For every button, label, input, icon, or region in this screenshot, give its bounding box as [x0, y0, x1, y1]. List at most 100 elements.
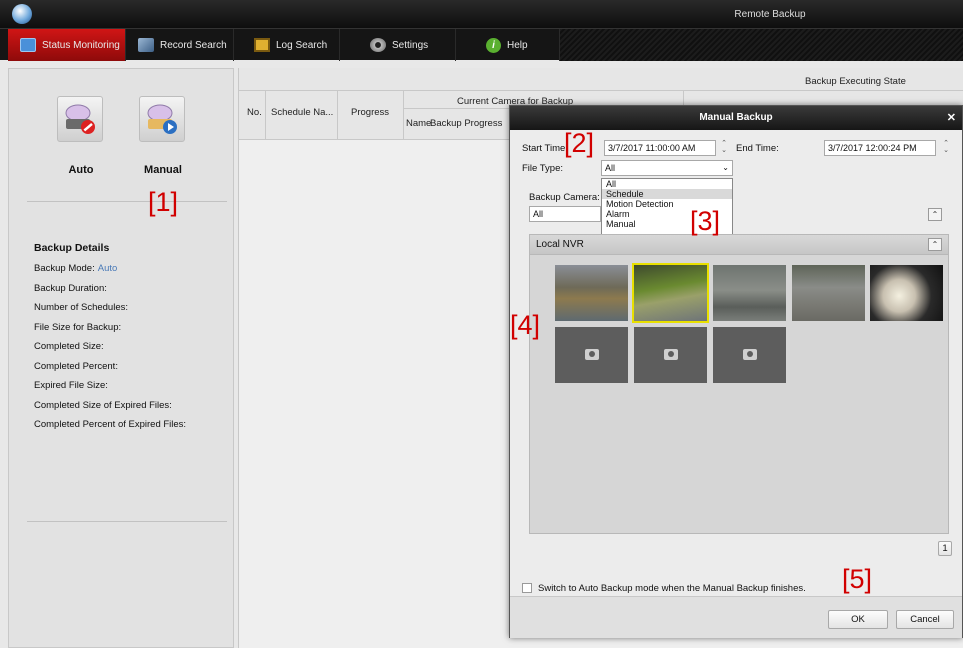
detail-row: Completed Percent:	[34, 361, 186, 381]
option-all[interactable]: All	[602, 179, 732, 189]
detail-label: Completed Percent:	[34, 360, 118, 372]
window-title: Remote Backup	[734, 9, 806, 20]
end-time-label: End Time:	[736, 143, 779, 154]
detail-row: Completed Percent of Expired Files:	[34, 419, 186, 439]
camera-thumbnail[interactable]	[713, 265, 786, 321]
details-header: Backup Details	[34, 242, 110, 254]
record-search-icon	[138, 38, 154, 52]
dialog-footer	[510, 596, 962, 638]
ok-button[interactable]: OK	[828, 610, 888, 629]
file-type-value: All	[605, 163, 616, 173]
auto-switch-checkbox[interactable]	[522, 583, 532, 593]
divider	[27, 521, 227, 522]
detail-label: Expired File Size:	[34, 380, 108, 391]
tab-status-monitoring[interactable]: Status Monitoring	[8, 29, 126, 61]
cancel-button[interactable]: Cancel	[896, 610, 954, 629]
detail-row: Expired File Size:	[34, 380, 186, 400]
camera-icon	[664, 349, 678, 360]
sub-col-backup-progress[interactable]: Backup Progress	[430, 118, 502, 129]
divider	[27, 201, 227, 202]
manual-label: Manual	[144, 164, 182, 176]
chevron-down-icon: ⌄	[722, 163, 729, 172]
detail-row: Completed Size:	[34, 341, 186, 361]
marker-5: [5]	[842, 564, 873, 594]
backup-camera-label: Backup Camera:	[529, 192, 600, 203]
detail-row: Backup Duration:	[34, 283, 186, 303]
manual-backup-icon	[147, 104, 177, 134]
end-time-spinner[interactable]: ⌃ ⌄	[940, 140, 952, 156]
collapse-group-icon[interactable]: ⌃	[928, 238, 942, 251]
close-icon[interactable]: ✕	[947, 111, 956, 124]
divider	[337, 90, 338, 140]
help-icon: i	[486, 37, 501, 53]
col-no[interactable]: No.	[247, 107, 262, 118]
camera-empty-slot[interactable]	[555, 327, 628, 383]
camera-icon	[743, 349, 757, 360]
monitor-icon	[20, 38, 36, 52]
camera-empty-slot[interactable]	[634, 327, 707, 383]
log-icon	[254, 38, 270, 52]
nav-bar: Status Monitoring Record Search Log Sear…	[0, 28, 963, 61]
tab-help[interactable]: i Help	[474, 29, 560, 61]
detail-label: Backup Mode:	[34, 263, 95, 274]
camera-thumbnail[interactable]	[870, 265, 943, 321]
file-type-select[interactable]: All ⌄	[601, 160, 733, 176]
gear-icon	[370, 38, 386, 52]
detail-row: Backup Mode: Auto	[34, 263, 186, 283]
camera-thumbnail[interactable]	[632, 263, 709, 323]
col-progress[interactable]: Progress	[351, 107, 389, 118]
group-header: Backup Executing State	[805, 76, 906, 87]
start-time-spinner[interactable]: ⌃ ⌄	[718, 140, 730, 156]
tab-record-search[interactable]: Record Search	[126, 29, 234, 61]
collapse-all-icon[interactable]: ⌃	[928, 208, 942, 221]
nav-bar-texture	[560, 29, 963, 61]
divider	[239, 90, 963, 91]
camera-icon	[585, 349, 599, 360]
auto-label: Auto	[68, 164, 94, 176]
tab-label: Status Monitoring	[42, 39, 120, 51]
camera-thumbnail[interactable]	[555, 265, 628, 321]
auto-switch-label: Switch to Auto Backup mode when the Manu…	[538, 583, 806, 594]
dialog-title: Manual Backup	[510, 106, 962, 130]
tab-label: Record Search	[160, 39, 227, 51]
detail-row: File Size for Backup:	[34, 322, 186, 342]
tab-label: Settings	[392, 39, 429, 51]
tab-settings[interactable]: Settings	[358, 29, 456, 61]
left-panel: Auto Manual Backup Details Backup Mode: A…	[8, 68, 234, 648]
tab-label: Log Search	[276, 39, 328, 51]
detail-label: Number of Schedules:	[34, 302, 128, 313]
divider	[265, 90, 266, 140]
app-logo-icon	[12, 4, 32, 24]
tab-label: Help	[507, 39, 528, 51]
detail-row: Completed Size of Expired Files:	[34, 400, 186, 420]
backup-mode-value: Auto	[97, 263, 118, 274]
manual-backup-dialog: Manual Backup ✕ Start Time: 3/7/2017 11:…	[509, 105, 963, 638]
col-schedule-name[interactable]: Schedule Na...	[271, 107, 333, 118]
camera-empty-slot[interactable]	[713, 327, 786, 383]
file-type-label: File Type:	[522, 163, 564, 174]
camera-group-name: Local NVR	[536, 239, 584, 250]
backup-camera-select[interactable]: All	[529, 206, 601, 222]
tab-log-search[interactable]: Log Search	[242, 29, 340, 61]
end-time-field[interactable]: 3/7/2017 12:00:24 PM	[824, 140, 936, 156]
marker-4: [4]	[510, 310, 541, 340]
camera-thumbnail[interactable]	[792, 265, 865, 321]
option-schedule[interactable]: Schedule	[602, 189, 732, 199]
sub-col-name[interactable]: Name	[406, 118, 431, 129]
marker-1: [1]	[148, 187, 179, 217]
start-time-field[interactable]: 3/7/2017 11:00:00 AM	[604, 140, 716, 156]
detail-label: Backup Duration:	[34, 282, 107, 294]
detail-label: Completed Size:	[34, 341, 104, 352]
divider	[403, 90, 404, 140]
marker-3: [3]	[690, 206, 721, 236]
detail-label: Completed Size of Expired Files:	[34, 399, 172, 411]
page-number-button[interactable]: 1	[938, 541, 952, 556]
detail-label: Completed Percent of Expired Files:	[34, 419, 187, 430]
auto-backup-icon	[65, 104, 95, 134]
title-bar: Remote Backup	[0, 0, 963, 28]
auto-backup-button[interactable]	[57, 96, 103, 142]
backup-details: Backup Details Backup Mode: Auto Backup D…	[34, 242, 186, 439]
camera-group-header[interactable]: Local NVR	[530, 235, 948, 255]
manual-backup-button[interactable]	[139, 96, 185, 142]
detail-label: File Size for Backup:	[34, 321, 122, 333]
